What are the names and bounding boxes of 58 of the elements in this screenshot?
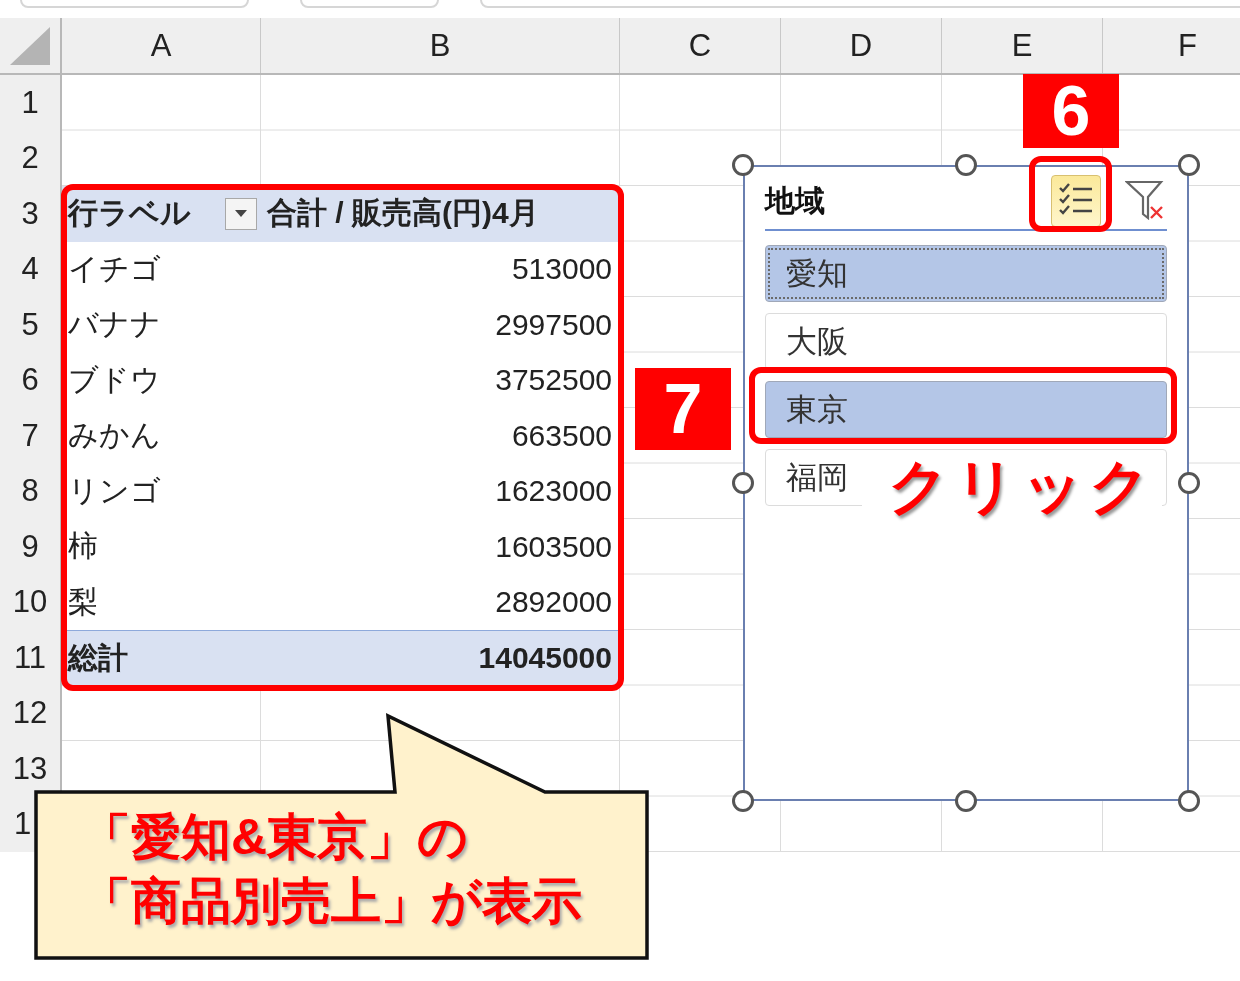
column-header[interactable]: A [62,18,261,73]
table-cell-text: リンゴ [68,472,161,509]
filter-dropdown[interactable] [225,197,257,230]
row-number[interactable]: 10 [12,584,48,621]
slicer-item[interactable]: 愛知 [765,245,1167,302]
resize-handle[interactable] [955,154,977,176]
row-number[interactable]: 5 [21,306,39,343]
resize-handle[interactable] [1178,472,1200,494]
row-number[interactable]: 12 [12,695,48,732]
pivot-header: 行ラベル [68,195,191,232]
callout-text: 「愛知&東京」の [81,808,470,867]
table-cell-text: みかん [68,417,161,454]
row-number[interactable]: 1 [21,84,39,121]
slicer-title: 地域 [765,182,826,219]
row-number[interactable]: 2 [21,140,39,177]
table-cell-text: バナナ [68,306,161,343]
row-number[interactable]: 13 [12,750,48,787]
column-header[interactable]: F [1103,18,1240,73]
resize-handle[interactable] [1178,154,1200,176]
step-badge: 7 [635,368,731,450]
resize-handle[interactable] [732,790,754,812]
row-number[interactable]: 1 [14,806,32,843]
slicer-item[interactable]: 東京 [765,381,1167,438]
multi-select-button[interactable] [1051,175,1101,227]
table-cell-text: 梨 [68,583,98,620]
row-number[interactable]: 7 [21,417,39,454]
resize-handle[interactable] [732,154,754,176]
row-number[interactable]: 6 [21,362,39,399]
clear-filter-icon[interactable] [1125,179,1165,223]
slicer-item[interactable]: 大阪 [765,313,1167,370]
row-number[interactable]: 8 [21,473,39,510]
resize-handle[interactable] [732,472,754,494]
table-cell: 1623000 [495,474,612,509]
row-number[interactable]: 11 [13,639,47,676]
table-cell: 663500 [511,418,612,453]
row-number[interactable]: 9 [21,528,39,565]
callout-text: 「商品別売上」が表示 [81,872,582,931]
column-header[interactable]: D [781,18,942,73]
table-cell: 513000 [511,252,612,287]
row-number[interactable]: 4 [21,251,39,288]
resize-handle[interactable] [955,790,977,812]
table-cell-text: イチゴ [68,250,161,287]
table-cell-text: ブドウ [68,361,161,398]
table-cell: 1603500 [495,529,612,564]
table-cell-text: 柿 [68,528,98,565]
step-badge: 6 [1023,74,1119,148]
column-header[interactable]: C [620,18,781,73]
total-label: 総計 [68,639,128,676]
table-cell: 2892000 [495,585,612,620]
column-header[interactable]: B [261,18,620,73]
column-header[interactable]: E [942,18,1103,73]
total-value: 14045000 [478,641,612,676]
pivot-header: 合計 / 販売高(円)4月 [267,195,539,232]
resize-handle[interactable] [1178,790,1200,812]
table-cell: 3752500 [495,363,612,398]
caret-icon [235,210,247,218]
row-number[interactable]: 3 [21,195,39,232]
table-cell: 2997500 [495,307,612,342]
